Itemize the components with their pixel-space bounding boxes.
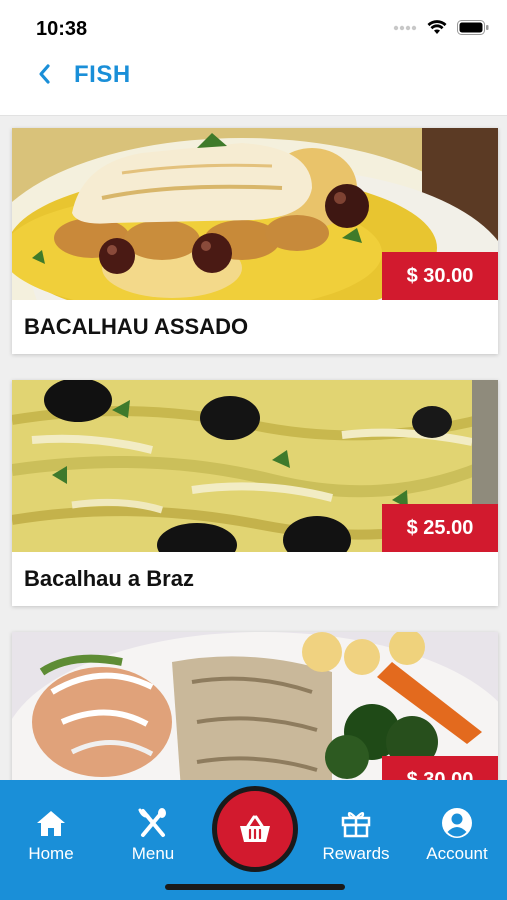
tab-label: Home <box>28 844 74 863</box>
status-time: 10:38 <box>36 18 88 40</box>
price-badge: $ 30.00 <box>382 252 498 300</box>
status-bar: 10:38 <box>0 0 507 48</box>
tab-home[interactable]: Home <box>1 780 101 880</box>
menu-item-card[interactable]: $ 25.00 Bacalhau a Braz <box>12 380 498 606</box>
menu-list[interactable]: $ 30.00 BACALHAU ASSADO $ 25.00 Bacalhau… <box>0 116 507 780</box>
basket-button[interactable] <box>212 786 298 872</box>
wifi-icon <box>427 20 447 34</box>
fork-knife-icon <box>138 808 166 837</box>
chevron-left-icon <box>39 64 50 84</box>
basket-icon <box>240 815 270 842</box>
account-icon <box>442 808 472 838</box>
battery-icon <box>457 20 489 35</box>
dish-name: Bacalhau a Braz <box>24 566 194 591</box>
tab-label: Menu <box>131 844 175 863</box>
price-badge: $ 25.00 <box>382 504 498 552</box>
gift-icon <box>341 811 371 838</box>
page-title: FISH <box>74 61 131 88</box>
tab-menu[interactable]: Menu <box>103 780 203 880</box>
menu-item-card[interactable]: $ 30.00 <box>12 632 498 780</box>
signal-icon <box>393 25 417 30</box>
status-icons <box>393 20 489 35</box>
home-indicator <box>165 884 345 890</box>
tab-label: Account <box>426 844 488 863</box>
tab-bar: Home Menu Rewards Account <box>0 780 507 900</box>
tab-label: Rewards <box>322 844 390 863</box>
tab-account[interactable]: Account <box>407 780 507 880</box>
price-badge: $ 30.00 <box>382 756 498 780</box>
menu-item-card[interactable]: $ 30.00 BACALHAU ASSADO <box>12 128 498 354</box>
tab-rewards[interactable]: Rewards <box>306 780 406 880</box>
dish-name: BACALHAU ASSADO <box>24 314 249 339</box>
back-button[interactable] <box>30 60 58 88</box>
nav-header: FISH <box>0 48 507 116</box>
home-icon <box>37 811 65 836</box>
